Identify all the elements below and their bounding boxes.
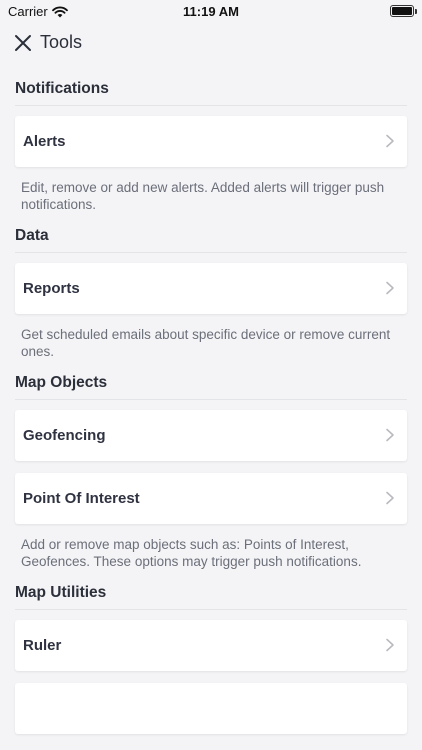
section-description: Add or remove map objects such as: Point… — [21, 537, 362, 569]
section-map-utilities: Map Utilities Ruler — [0, 584, 422, 734]
item-label: Alerts — [23, 133, 66, 150]
section-map-objects: Map Objects Geofencing Point Of Interest… — [0, 374, 422, 570]
tools-list: Notifications Alerts Edit, remove or add… — [0, 80, 422, 748]
chevron-right-icon — [386, 428, 394, 442]
battery-icon — [390, 5, 417, 17]
point-of-interest-item[interactable]: Point Of Interest — [15, 473, 407, 524]
section-description: Get scheduled emails about specific devi… — [21, 327, 391, 359]
geofencing-item[interactable]: Geofencing — [15, 410, 407, 461]
item-label: Reports — [23, 280, 80, 297]
chevron-right-icon — [386, 491, 394, 505]
section-notifications: Notifications Alerts Edit, remove or add… — [0, 80, 422, 213]
chevron-right-icon — [386, 281, 394, 295]
item-label: Geofencing — [23, 427, 106, 444]
status-bar: Carrier 11:19 AM — [0, 0, 422, 22]
section-data: Data Reports Get scheduled emails about … — [0, 227, 422, 360]
ruler-item[interactable]: Ruler — [15, 620, 407, 671]
item-label: Point Of Interest — [23, 490, 140, 507]
section-title: Map Objects — [15, 374, 407, 400]
section-title: Data — [15, 227, 407, 253]
close-icon — [15, 35, 31, 51]
map-utility-item[interactable] — [15, 683, 407, 734]
section-description: Edit, remove or add new alerts. Added al… — [21, 180, 385, 212]
chevron-right-icon — [386, 638, 394, 652]
reports-item[interactable]: Reports — [15, 263, 407, 314]
section-title: Notifications — [15, 80, 407, 106]
battery-level — [392, 7, 412, 15]
section-title: Map Utilities — [15, 584, 407, 610]
close-button[interactable] — [12, 32, 34, 54]
alerts-item[interactable]: Alerts — [15, 116, 407, 167]
item-label: Ruler — [23, 637, 62, 654]
page-title: Tools — [40, 32, 83, 52]
nav-bar: Tools — [0, 26, 422, 60]
chevron-right-icon — [386, 134, 394, 148]
status-time: 11:19 AM — [183, 4, 239, 19]
